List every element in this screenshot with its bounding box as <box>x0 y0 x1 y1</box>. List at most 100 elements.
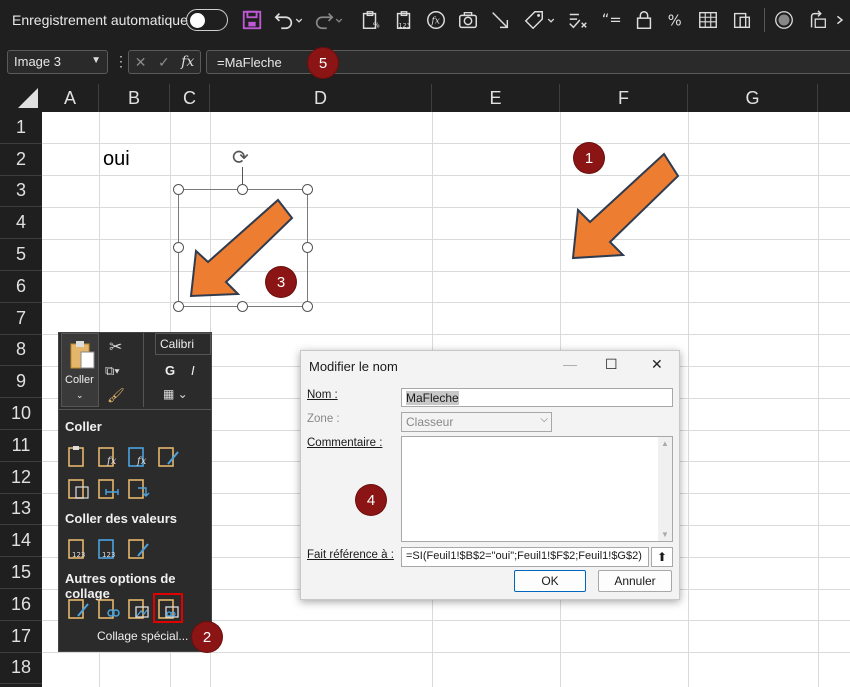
paste-formulas-number-format-icon[interactable]: fx <box>125 443 151 469</box>
paste-no-borders-icon[interactable] <box>65 475 91 501</box>
resize-handle[interactable] <box>237 184 248 195</box>
scroll-down-icon[interactable]: ▼ <box>661 530 669 539</box>
row-header[interactable]: 2 <box>0 144 42 176</box>
comment-textarea[interactable]: ▲ ▼ <box>401 436 673 542</box>
paste-linked-picture-icon[interactable] <box>153 593 183 623</box>
resize-handle[interactable] <box>173 184 184 195</box>
cancel-button[interactable]: Annuler <box>598 570 672 592</box>
row-header[interactable]: 9 <box>0 366 42 399</box>
confirm-icon[interactable]: ✓ <box>158 54 170 71</box>
record-icon[interactable] <box>772 8 796 32</box>
row-header[interactable]: 15 <box>0 557 42 589</box>
paste-column-widths-icon[interactable] <box>95 475 121 501</box>
save-icon[interactable] <box>240 8 264 32</box>
paste-formatting-icon[interactable] <box>65 595 91 621</box>
sheet-copy-icon[interactable] <box>730 8 754 32</box>
close-icon[interactable]: ✕ <box>651 356 663 373</box>
arrow-line-icon[interactable] <box>488 8 512 32</box>
scroll-up-icon[interactable]: ▲ <box>661 439 669 448</box>
row-header[interactable]: 7 <box>0 303 42 335</box>
cancel-icon[interactable]: ✕ <box>135 54 147 71</box>
row-header[interactable]: 8 <box>0 335 42 367</box>
rotate-icon[interactable]: ⟳ <box>232 145 249 170</box>
quote-icon[interactable]: “= <box>598 8 622 32</box>
redo-icon[interactable] <box>312 8 336 32</box>
name-field[interactable]: MaFleche <box>401 388 673 407</box>
column-header[interactable]: D <box>210 84 432 112</box>
spellcheck-icon[interactable] <box>566 8 590 32</box>
row-header[interactable]: 13 <box>0 494 42 526</box>
resize-handle[interactable] <box>302 242 313 253</box>
paste-button[interactable]: Coller ⌄ <box>61 333 99 407</box>
undo-icon[interactable] <box>272 8 296 32</box>
resize-handle[interactable] <box>302 301 313 312</box>
scrollbar[interactable]: ▲ ▼ <box>658 437 672 541</box>
refers-to-field[interactable]: =SI(Feuil1!$B$2="oui";Feuil1!$F$2;Feuil1… <box>401 547 649 567</box>
paste-picture-icon[interactable] <box>125 595 151 621</box>
paste-link-icon[interactable] <box>95 595 121 621</box>
format-painter-icon[interactable]: 🖌 <box>107 387 125 404</box>
paste-icon[interactable] <box>65 443 91 469</box>
row-header[interactable]: 5 <box>0 239 42 271</box>
more-icon[interactable] <box>834 8 850 32</box>
resize-handle[interactable] <box>237 301 248 312</box>
font-name-box[interactable]: Calibri <box>155 333 211 355</box>
row-header[interactable]: 4 <box>0 207 42 240</box>
more-options-icon[interactable]: ⋮ <box>114 53 128 70</box>
borders-icon[interactable]: ▦ ⌄ <box>163 387 188 401</box>
insert-function-icon[interactable]: fx <box>181 54 194 70</box>
lock-icon[interactable] <box>632 8 656 32</box>
paste-values-icon[interactable]: 123 <box>65 535 91 561</box>
maximize-icon[interactable]: ☐ <box>605 356 618 373</box>
italic-button[interactable]: I <box>191 363 195 378</box>
table-format-icon[interactable] <box>696 8 720 32</box>
select-all-corner[interactable] <box>0 84 42 112</box>
column-header[interactable]: A <box>42 84 99 112</box>
autosave-toggle[interactable] <box>186 9 228 31</box>
name-box[interactable]: Image 3 ▼ <box>7 50 108 74</box>
paste-formula-icon[interactable]: % <box>358 8 382 32</box>
column-header[interactable]: E <box>432 84 560 112</box>
paste-values-source-format-icon[interactable] <box>125 535 151 561</box>
copy-icon[interactable]: ⧉▾ <box>105 363 120 379</box>
paste-values-number-format-icon[interactable]: 123 <box>95 535 121 561</box>
resize-handle[interactable] <box>302 184 313 195</box>
row-header[interactable]: 6 <box>0 271 42 303</box>
paste-special-item[interactable]: Collage spécial... <box>97 629 188 643</box>
row-header[interactable]: 16 <box>0 589 42 621</box>
ok-button[interactable]: OK <box>514 570 586 592</box>
share-icon[interactable] <box>806 8 830 32</box>
camera-icon[interactable] <box>456 8 480 32</box>
function-icon[interactable]: fx <box>424 8 448 32</box>
column-header[interactable]: B <box>99 84 170 112</box>
row-header[interactable]: 11 <box>0 430 42 462</box>
row-header[interactable]: 10 <box>0 398 42 430</box>
row-header[interactable]: 14 <box>0 525 42 558</box>
zone-value: Classeur <box>406 415 454 429</box>
percent-icon[interactable]: % <box>664 8 688 32</box>
paste-transpose-icon[interactable] <box>125 475 151 501</box>
undo-dropdown-icon[interactable] <box>294 8 304 32</box>
row-header[interactable]: 3 <box>0 176 42 208</box>
paste-keep-format-icon[interactable] <box>155 443 181 469</box>
formula-input[interactable]: =MaFleche <box>206 50 850 74</box>
cell-b2[interactable]: oui <box>103 148 130 171</box>
row-header[interactable]: 17 <box>0 621 42 653</box>
redo-dropdown-icon[interactable] <box>334 8 344 32</box>
column-header[interactable]: F <box>560 84 688 112</box>
tag-icon[interactable] <box>522 8 546 32</box>
column-header[interactable]: G <box>688 84 818 112</box>
resize-handle[interactable] <box>173 242 184 253</box>
paste-formulas-icon[interactable]: fx <box>95 443 121 469</box>
column-header[interactable]: C <box>170 84 210 112</box>
row-header[interactable]: 1 <box>0 112 42 144</box>
chevron-down-icon[interactable]: ▼ <box>91 55 101 66</box>
resize-handle[interactable] <box>173 301 184 312</box>
paste-values-icon[interactable]: 123 <box>392 8 416 32</box>
collapse-dialog-icon[interactable]: ⬆ <box>651 547 673 567</box>
row-header[interactable]: 18 <box>0 653 42 685</box>
row-header[interactable]: 12 <box>0 462 42 494</box>
tag-dropdown-icon[interactable] <box>546 8 556 32</box>
cut-icon[interactable]: ✂ <box>109 337 122 357</box>
bold-button[interactable]: G <box>165 363 175 378</box>
